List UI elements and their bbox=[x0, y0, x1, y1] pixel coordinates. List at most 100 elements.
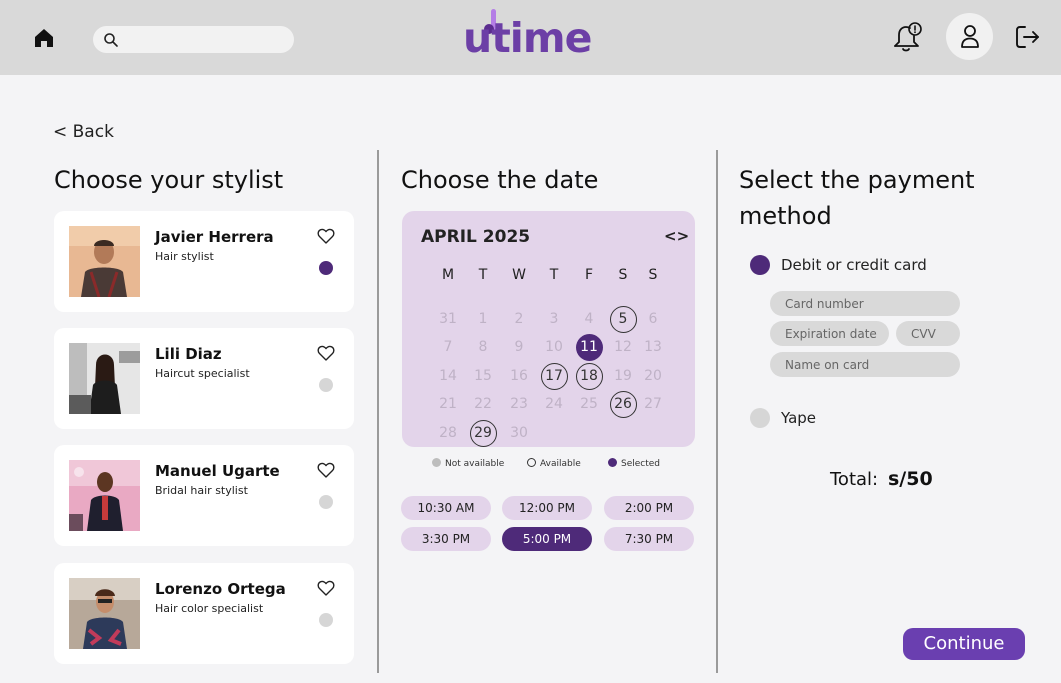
calendar-day-unavailable: 15 bbox=[474, 367, 492, 384]
stylist-name: Javier Herrera bbox=[155, 228, 274, 246]
favorite-heart-icon[interactable] bbox=[317, 462, 335, 478]
favorite-heart-icon[interactable] bbox=[317, 345, 335, 361]
legend-available: Available bbox=[527, 458, 581, 469]
logo: utime bbox=[463, 6, 603, 66]
date-section-title: Choose the date bbox=[401, 166, 599, 194]
logo-text: utime bbox=[463, 14, 592, 62]
stylist-select-radio[interactable] bbox=[319, 378, 333, 392]
stylist-card[interactable]: Manuel Ugarte Bridal hair stylist bbox=[54, 445, 354, 546]
stylist-photo bbox=[69, 226, 140, 297]
calendar-day-unavailable: 3 bbox=[549, 310, 559, 327]
favorite-heart-icon[interactable] bbox=[317, 580, 335, 596]
legend-label: Selected bbox=[621, 459, 661, 469]
calendar-day-unavailable: 16 bbox=[510, 367, 528, 384]
favorite-heart-icon[interactable] bbox=[317, 228, 335, 244]
search-icon bbox=[103, 32, 119, 48]
yape-payment-radio[interactable] bbox=[750, 408, 770, 428]
calendar-day-unavailable: 2 bbox=[514, 310, 524, 327]
user-icon bbox=[961, 25, 979, 48]
calendar-day-unavailable: 6 bbox=[648, 310, 658, 327]
calendar-weekday: M bbox=[441, 267, 455, 283]
stylist-role: Hair stylist bbox=[155, 250, 214, 263]
calendar-weekday: T bbox=[549, 267, 559, 283]
total-label: Total: bbox=[830, 469, 879, 490]
top-bar: utime bbox=[0, 0, 1061, 75]
card-number-field[interactable] bbox=[770, 291, 960, 316]
home-icon[interactable] bbox=[32, 26, 56, 50]
stylist-role: Haircut specialist bbox=[155, 367, 250, 380]
stylist-select-radio[interactable] bbox=[319, 613, 333, 627]
calendar-day-available[interactable]: 29 bbox=[469, 419, 497, 447]
calendar-weekday: S bbox=[618, 267, 628, 283]
column-divider bbox=[377, 150, 379, 673]
search-bar[interactable] bbox=[93, 26, 294, 53]
stylist-role: Hair color specialist bbox=[155, 602, 264, 615]
calendar-day-available[interactable]: 5 bbox=[609, 305, 637, 333]
calendar-day-unavailable: 8 bbox=[478, 339, 488, 355]
calendar-day-unavailable: 1 bbox=[478, 310, 488, 327]
payment-section-title-line2: method bbox=[739, 202, 832, 230]
calendar-day-unavailable: 28 bbox=[439, 424, 457, 441]
calendar-nav-arrows-icon[interactable]: <> bbox=[664, 227, 689, 245]
calendar-day-unavailable: 23 bbox=[510, 396, 528, 412]
time-slot[interactable]: 7:30 PM bbox=[604, 527, 694, 551]
stylist-card[interactable]: Lili Diaz Haircut specialist bbox=[54, 328, 354, 429]
column-divider bbox=[716, 150, 718, 673]
calendar-month-label: APRIL 2025 bbox=[421, 227, 531, 247]
card-payment-radio[interactable] bbox=[750, 255, 770, 275]
legend-label: Not available bbox=[445, 459, 505, 469]
notification-bell-icon[interactable] bbox=[889, 20, 925, 54]
time-slot[interactable]: 10:30 AM bbox=[401, 496, 491, 520]
calendar-day-unavailable: 25 bbox=[580, 396, 598, 412]
calendar-day-unavailable: 31 bbox=[439, 310, 457, 327]
stylist-card[interactable]: Lorenzo Ortega Hair color specialist bbox=[54, 563, 354, 664]
stylist-select-radio[interactable] bbox=[319, 495, 333, 509]
stylist-name: Lili Diaz bbox=[155, 345, 222, 363]
yape-payment-option[interactable]: Yape bbox=[781, 409, 816, 427]
calendar-day-unavailable: 27 bbox=[644, 396, 662, 412]
time-slot-selected[interactable]: 5:00 PM bbox=[502, 527, 592, 551]
legend-label: Available bbox=[540, 459, 581, 469]
profile-button[interactable] bbox=[946, 13, 993, 60]
stylist-name: Manuel Ugarte bbox=[155, 462, 280, 480]
expiration-date-field[interactable] bbox=[770, 321, 889, 346]
stylist-photo bbox=[69, 343, 140, 414]
calendar-weekday: F bbox=[584, 267, 594, 283]
stylist-photo bbox=[69, 578, 140, 649]
continue-button[interactable]: Continue bbox=[903, 628, 1025, 660]
stylist-card[interactable]: Javier Herrera Hair stylist bbox=[54, 211, 354, 312]
payment-section-title: Select the payment bbox=[739, 166, 975, 194]
legend-selected: Selected bbox=[608, 458, 660, 469]
calendar-day-selected[interactable]: 11 bbox=[575, 334, 603, 361]
back-link[interactable]: < Back bbox=[53, 122, 114, 142]
calendar-day-unavailable: 9 bbox=[514, 339, 524, 355]
calendar-day-unavailable: 14 bbox=[439, 367, 457, 384]
card-payment-option[interactable]: Debit or credit card bbox=[781, 256, 927, 274]
stylist-role: Bridal hair stylist bbox=[155, 484, 248, 497]
calendar-weekday: T bbox=[478, 267, 488, 283]
time-slot[interactable]: 2:00 PM bbox=[604, 496, 694, 520]
calendar-day-unavailable: 12 bbox=[614, 339, 632, 355]
stylist-section-title: Choose your stylist bbox=[54, 166, 284, 194]
calendar-day-unavailable: 19 bbox=[614, 367, 632, 384]
cvv-field[interactable] bbox=[896, 321, 960, 346]
calendar-day-unavailable: 21 bbox=[439, 396, 457, 412]
calendar-day-available[interactable]: 26 bbox=[609, 391, 637, 418]
calendar-day-unavailable: 10 bbox=[545, 339, 563, 355]
calendar-day-available[interactable]: 17 bbox=[540, 362, 568, 390]
time-slot[interactable]: 3:30 PM bbox=[401, 527, 491, 551]
calendar-day-unavailable: 4 bbox=[584, 310, 594, 327]
calendar-day-unavailable: 20 bbox=[644, 367, 662, 384]
total-value: s/50 bbox=[888, 468, 933, 490]
logout-icon[interactable] bbox=[1014, 24, 1042, 50]
calendar-day-unavailable: 7 bbox=[443, 339, 453, 355]
stylist-name: Lorenzo Ortega bbox=[155, 580, 286, 598]
calendar-day-unavailable: 24 bbox=[545, 396, 563, 412]
time-slot[interactable]: 12:00 PM bbox=[502, 496, 592, 520]
calendar-day-available[interactable]: 18 bbox=[575, 362, 603, 390]
stylist-select-radio[interactable] bbox=[319, 261, 333, 275]
search-input[interactable] bbox=[125, 30, 285, 49]
calendar-day-unavailable: 13 bbox=[644, 339, 662, 355]
calendar-weekday: W bbox=[512, 267, 526, 283]
name-on-card-field[interactable] bbox=[770, 352, 960, 377]
